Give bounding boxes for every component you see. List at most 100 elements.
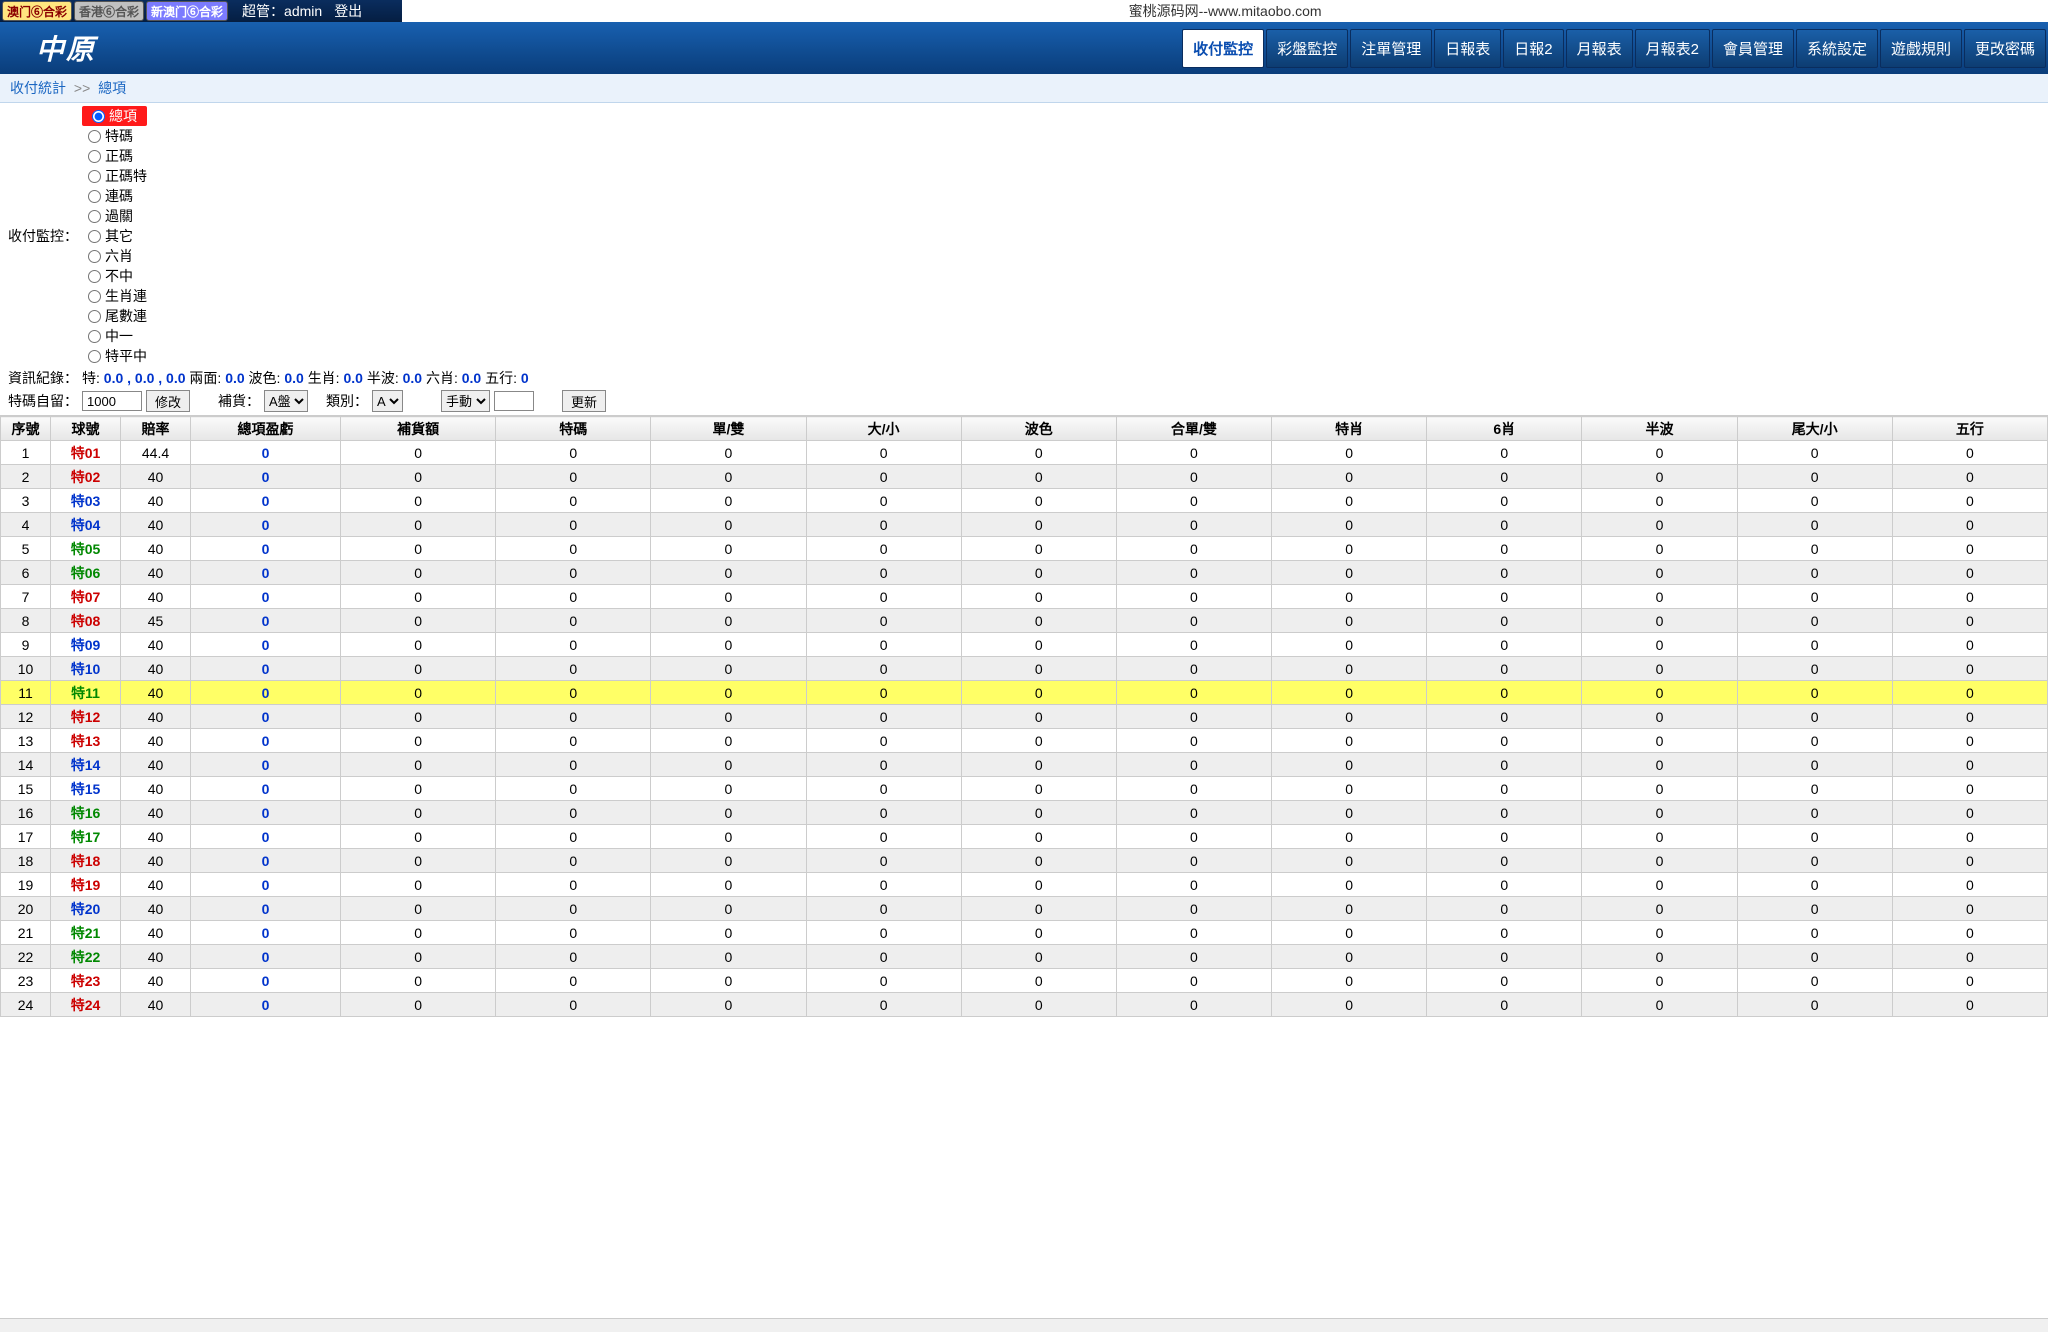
modify-button[interactable]: 修改 bbox=[146, 390, 190, 412]
table-row[interactable]: 15特1540000000000000 bbox=[1, 777, 2048, 801]
cell-v2: 0 bbox=[496, 609, 651, 633]
type-select[interactable]: A bbox=[372, 390, 403, 412]
nav-3[interactable]: 日報表 bbox=[1434, 29, 1501, 68]
cell-v7: 0 bbox=[1272, 969, 1427, 993]
cell-v5: 0 bbox=[961, 609, 1116, 633]
table-row[interactable]: 14特1440000000000000 bbox=[1, 753, 2048, 777]
table-row[interactable]: 12特1240000000000000 bbox=[1, 705, 2048, 729]
cell-v11: 0 bbox=[1892, 849, 2047, 873]
filter-radio-12[interactable]: 特平中 bbox=[82, 346, 147, 366]
cell-v9: 0 bbox=[1582, 465, 1737, 489]
cell-v3: 0 bbox=[651, 777, 806, 801]
cell-v2: 0 bbox=[496, 537, 651, 561]
cell-v1: 0 bbox=[341, 633, 496, 657]
cell-v5: 0 bbox=[961, 993, 1116, 1017]
cell-v11: 0 bbox=[1892, 513, 2047, 537]
lottery-tab-new-macau[interactable]: 新澳门⑥合彩 bbox=[146, 1, 228, 21]
filter-radio-9[interactable]: 生肖連 bbox=[82, 286, 147, 306]
cell-v10: 0 bbox=[1737, 465, 1892, 489]
cell-v7: 0 bbox=[1272, 633, 1427, 657]
crumb-root[interactable]: 收付統計 bbox=[10, 80, 66, 96]
table-row[interactable]: 21特2140000000000000 bbox=[1, 921, 2048, 945]
nav-0[interactable]: 收付監控 bbox=[1182, 29, 1264, 68]
nav-1[interactable]: 彩盤監控 bbox=[1266, 29, 1348, 68]
table-row[interactable]: 8特0845000000000000 bbox=[1, 609, 2048, 633]
nav-8[interactable]: 系統設定 bbox=[1796, 29, 1878, 68]
nav-7[interactable]: 會員管理 bbox=[1712, 29, 1794, 68]
table-row[interactable]: 20特2040000000000000 bbox=[1, 897, 2048, 921]
cell-v11: 0 bbox=[1892, 945, 2047, 969]
cell-v10: 0 bbox=[1737, 609, 1892, 633]
col-header-8: 波色 bbox=[961, 417, 1116, 441]
lottery-tab-hk[interactable]: 香港⑥合彩 bbox=[74, 1, 144, 21]
filter-radio-0[interactable]: 總項 bbox=[82, 106, 147, 126]
cell-v10: 0 bbox=[1737, 585, 1892, 609]
nav-4[interactable]: 日報2 bbox=[1503, 29, 1563, 68]
table-row[interactable]: 7特0740000000000000 bbox=[1, 585, 2048, 609]
nav-2[interactable]: 注單管理 bbox=[1350, 29, 1432, 68]
table-row[interactable]: 1特0144.4000000000000 bbox=[1, 441, 2048, 465]
mode-input[interactable] bbox=[494, 391, 534, 411]
cell-v3: 0 bbox=[651, 753, 806, 777]
nav-9[interactable]: 遊戲規則 bbox=[1880, 29, 1962, 68]
table-row[interactable]: 16特1640000000000000 bbox=[1, 801, 2048, 825]
keep-input[interactable] bbox=[82, 391, 142, 411]
cell-v10: 0 bbox=[1737, 681, 1892, 705]
cell-v8: 0 bbox=[1427, 705, 1582, 729]
table-row[interactable]: 10特1040000000000000 bbox=[1, 657, 2048, 681]
table-row[interactable]: 4特0440000000000000 bbox=[1, 513, 2048, 537]
table-row[interactable]: 18特1840000000000000 bbox=[1, 849, 2048, 873]
info-val-0: 0.0 , 0.0 , 0.0 bbox=[104, 370, 186, 386]
update-button[interactable]: 更新 bbox=[562, 390, 606, 412]
filter-radio-11[interactable]: 中一 bbox=[82, 326, 147, 346]
cell-v3: 0 bbox=[651, 921, 806, 945]
nav-10[interactable]: 更改密碼 bbox=[1964, 29, 2046, 68]
table-wrap[interactable]: 序號球號賠率總項盈虧補貨額特碼單/雙大/小波色合單/雙特肖6肖半波尾大/小五行 … bbox=[0, 415, 2048, 1318]
nav-5[interactable]: 月報表 bbox=[1566, 29, 1633, 68]
cell-v7: 0 bbox=[1272, 489, 1427, 513]
cell-v1: 0 bbox=[341, 537, 496, 561]
table-row[interactable]: 13特1340000000000000 bbox=[1, 729, 2048, 753]
table-row[interactable]: 5特0540000000000000 bbox=[1, 537, 2048, 561]
table-row[interactable]: 6特0640000000000000 bbox=[1, 561, 2048, 585]
cell-v2: 0 bbox=[496, 753, 651, 777]
table-row[interactable]: 9特0940000000000000 bbox=[1, 633, 2048, 657]
cell-v5: 0 bbox=[961, 441, 1116, 465]
crumb-sep: >> bbox=[74, 80, 90, 96]
table-row[interactable]: 3特0340000000000000 bbox=[1, 489, 2048, 513]
table-row[interactable]: 24特2440000000000000 bbox=[1, 993, 2048, 1017]
col-header-14: 五行 bbox=[1892, 417, 2047, 441]
filter-radio-8[interactable]: 不中 bbox=[82, 266, 147, 286]
cell-ball: 特07 bbox=[51, 585, 121, 609]
table-row[interactable]: 11特1140000000000000 bbox=[1, 681, 2048, 705]
cell-rate: 40 bbox=[121, 945, 191, 969]
nav-6[interactable]: 月報表2 bbox=[1635, 29, 1710, 68]
cell-total: 0 bbox=[191, 873, 341, 897]
table-row[interactable]: 23特2340000000000000 bbox=[1, 969, 2048, 993]
filter-radio-1[interactable]: 特碼 bbox=[82, 126, 147, 146]
table-row[interactable]: 19特1940000000000000 bbox=[1, 873, 2048, 897]
cell-v2: 0 bbox=[496, 585, 651, 609]
restock-select[interactable]: A盤 bbox=[264, 390, 308, 412]
filter-radio-4[interactable]: 連碼 bbox=[82, 186, 147, 206]
table-row[interactable]: 2特0240000000000000 bbox=[1, 465, 2048, 489]
cell-v8: 0 bbox=[1427, 969, 1582, 993]
table-row[interactable]: 22特2240000000000000 bbox=[1, 945, 2048, 969]
logout-link[interactable]: 登出 bbox=[334, 1, 362, 21]
filter-radio-7[interactable]: 六肖 bbox=[82, 246, 147, 266]
filter-radio-2[interactable]: 正碼 bbox=[82, 146, 147, 166]
mode-select[interactable]: 手動 bbox=[441, 390, 490, 412]
cell-v10: 0 bbox=[1737, 777, 1892, 801]
cell-v1: 0 bbox=[341, 489, 496, 513]
cell-v1: 0 bbox=[341, 945, 496, 969]
table-row[interactable]: 17特1740000000000000 bbox=[1, 825, 2048, 849]
h-scrollbar[interactable] bbox=[0, 1318, 2048, 1332]
filter-radio-10[interactable]: 尾數連 bbox=[82, 306, 147, 326]
filter-radio-5[interactable]: 過關 bbox=[82, 206, 147, 226]
cell-v5: 0 bbox=[961, 561, 1116, 585]
cell-v9: 0 bbox=[1582, 633, 1737, 657]
lottery-tab-macau[interactable]: 澳门⑥合彩 bbox=[2, 1, 72, 21]
filter-radio-3[interactable]: 正碼特 bbox=[82, 166, 147, 186]
cell-total: 0 bbox=[191, 729, 341, 753]
filter-radio-6[interactable]: 其它 bbox=[82, 226, 147, 246]
